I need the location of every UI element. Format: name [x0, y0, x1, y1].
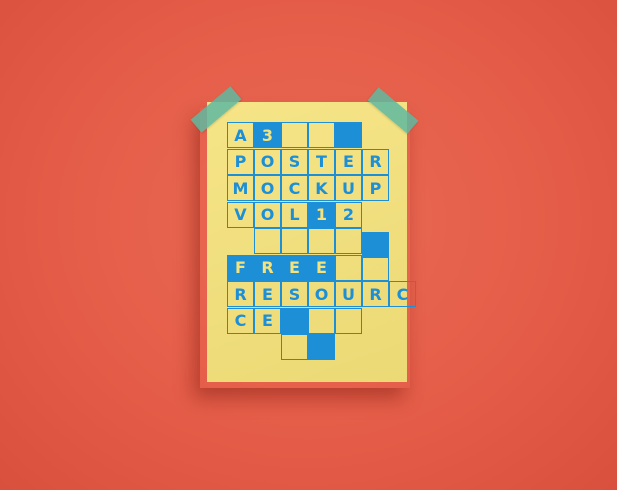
grid-cell: U: [335, 175, 362, 201]
grid-cell: [335, 122, 362, 148]
grid-cell: O: [308, 281, 335, 307]
grid-cell: M: [227, 175, 254, 201]
grid-cell: [281, 122, 308, 148]
grid-cell: C: [227, 307, 254, 334]
grid-cell: C: [281, 175, 308, 201]
grid-cell: O: [254, 148, 281, 175]
grid-cell: [308, 334, 335, 360]
grid-cell: E: [254, 281, 281, 307]
grid-cell: P: [227, 148, 254, 175]
grid-cell: R: [362, 148, 389, 175]
grid-cell: E: [281, 254, 308, 281]
grid-cell: [281, 228, 308, 254]
grid-cell: [308, 228, 335, 254]
grid-cell: V: [227, 201, 254, 228]
grid-cell: L: [281, 201, 308, 228]
grid-cell: [254, 228, 281, 254]
grid-cell: T: [308, 148, 335, 175]
grid-cell: [362, 254, 389, 281]
grid-cell: [281, 307, 308, 334]
grid-cell: E: [335, 148, 362, 175]
grid-cell: S: [281, 281, 308, 307]
grid-cell: 1: [308, 201, 335, 228]
grid-cell: C: [389, 281, 416, 307]
grid-cell: O: [254, 175, 281, 201]
grid-cell: R: [227, 281, 254, 307]
grid-cell: R: [362, 281, 389, 307]
grid-cell: O: [254, 201, 281, 228]
grid-cell: R: [254, 254, 281, 281]
grid-cell: F: [227, 254, 254, 281]
grid-cell: [308, 122, 335, 148]
grid-cell: 3: [254, 122, 281, 148]
grid-cell: E: [254, 307, 281, 334]
grid-cell: [335, 307, 362, 334]
crossword-grid: A3POSTERMOCKUPVOL12FREERESOURCCE: [0, 0, 617, 490]
grid-cell: E: [308, 254, 335, 281]
grid-cell: U: [335, 281, 362, 307]
grid-cell: S: [281, 148, 308, 175]
grid-cell: [335, 228, 362, 254]
grid-cell: 2: [335, 201, 362, 228]
grid-cell: [335, 254, 362, 281]
grid-cell: P: [362, 175, 389, 201]
grid-cell: A: [227, 122, 254, 148]
grid-cell: K: [308, 175, 335, 201]
grid-cell: [308, 307, 335, 334]
grid-cell: [281, 334, 308, 360]
